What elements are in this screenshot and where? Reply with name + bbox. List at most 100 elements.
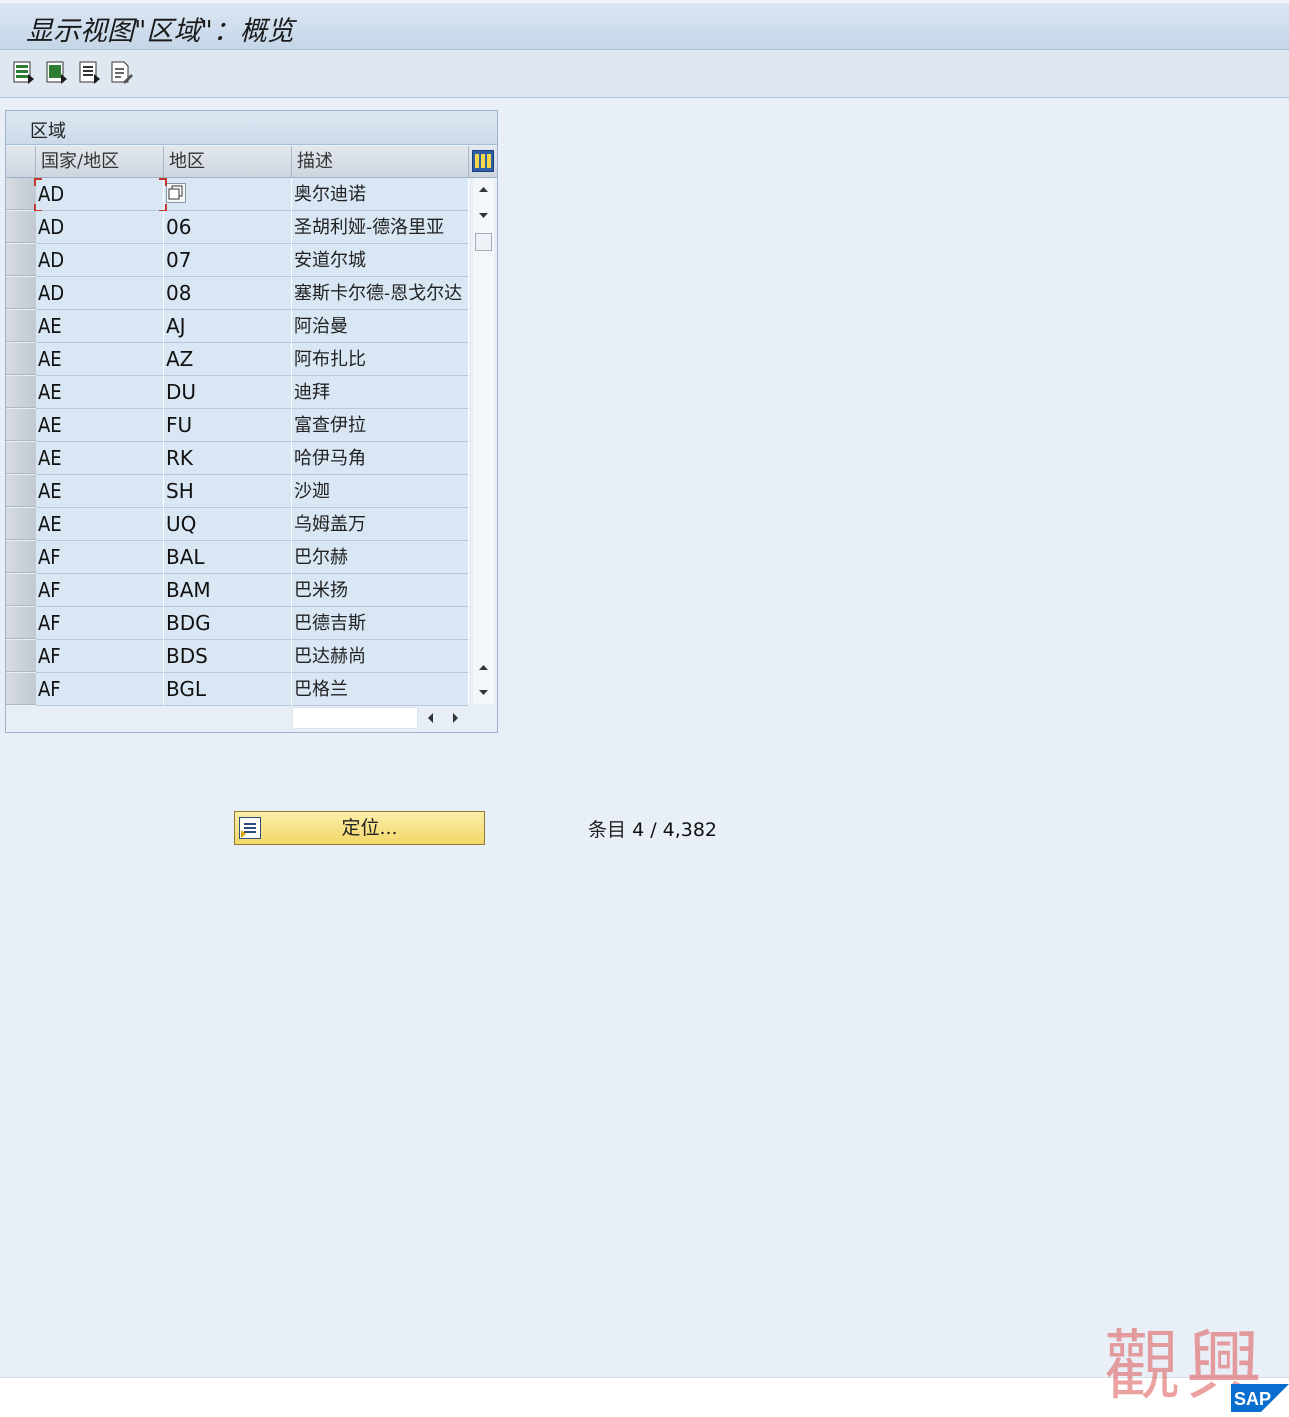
scroll-left-button[interactable]: [420, 707, 442, 729]
table-row[interactable]: AD 07 安道尔城: [6, 244, 469, 277]
table-row[interactable]: AE RK 哈伊马角: [6, 442, 469, 475]
scroll-down-button[interactable]: [473, 204, 494, 226]
cell-country[interactable]: AE: [36, 442, 164, 475]
scroll-thumb[interactable]: [475, 233, 492, 251]
cell-description[interactable]: 乌姆盖万: [292, 508, 469, 541]
table-row[interactable]: AF BAL 巴尔赫: [6, 541, 469, 574]
export-button[interactable]: [45, 60, 69, 86]
cell-region[interactable]: 07: [164, 244, 292, 277]
vertical-scrollbar[interactable]: [473, 178, 494, 704]
cell-region[interactable]: 06: [164, 211, 292, 244]
cell-description[interactable]: 沙迦: [292, 475, 469, 508]
cell-description[interactable]: 圣胡利娅-德洛里亚: [292, 211, 469, 244]
table-row[interactable]: AE FU 富查伊拉: [6, 409, 469, 442]
cell-description[interactable]: 巴米扬: [292, 574, 469, 607]
cell-region[interactable]: BGL: [164, 673, 292, 706]
row-selector[interactable]: [6, 541, 36, 573]
column-settings-button[interactable]: [472, 150, 494, 172]
row-selector[interactable]: [6, 442, 36, 474]
row-selector[interactable]: [6, 640, 36, 672]
cell-region[interactable]: 08: [164, 277, 292, 310]
cell-region[interactable]: SH: [164, 475, 292, 508]
horizontal-scroll-track[interactable]: [292, 707, 418, 729]
cell-region[interactable]: BDS: [164, 640, 292, 673]
row-selector[interactable]: [6, 211, 36, 243]
cell-country[interactable]: AD: [36, 211, 164, 244]
cell-country[interactable]: AF: [36, 541, 164, 574]
cell-country[interactable]: AD: [36, 277, 164, 310]
cell-region[interactable]: AZ: [164, 343, 292, 376]
cell-description[interactable]: 富查伊拉: [292, 409, 469, 442]
scroll-up-button[interactable]: [473, 178, 494, 200]
cell-description[interactable]: 迪拜: [292, 376, 469, 409]
cell-country[interactable]: AF: [36, 574, 164, 607]
scroll-page-up-button[interactable]: [473, 656, 494, 678]
cell-description[interactable]: 安道尔城: [292, 244, 469, 277]
cell-description[interactable]: 巴尔赫: [292, 541, 469, 574]
horizontal-scrollbar[interactable]: [292, 707, 469, 729]
table-row[interactable]: AF BDS 巴达赫尚: [6, 640, 469, 673]
cell-country[interactable]: AE: [36, 475, 164, 508]
table-row[interactable]: AE AZ 阿布扎比: [6, 343, 469, 376]
cell-country[interactable]: AD: [36, 178, 164, 211]
cell-description[interactable]: 阿治曼: [292, 310, 469, 343]
table-row[interactable]: AF BAM 巴米扬: [6, 574, 469, 607]
table-row[interactable]: AD 奥尔迪诺: [6, 178, 469, 212]
cell-region[interactable]: DU: [164, 376, 292, 409]
cell-region[interactable]: RK: [164, 442, 292, 475]
cell-description[interactable]: 阿布扎比: [292, 343, 469, 376]
scroll-page-down-button[interactable]: [473, 681, 494, 703]
cell-country[interactable]: AF: [36, 607, 164, 640]
cell-region[interactable]: AJ: [164, 310, 292, 343]
row-selector[interactable]: [6, 607, 36, 639]
column-header-country[interactable]: 国家/地区: [36, 146, 164, 177]
table-row[interactable]: AE UQ 乌姆盖万: [6, 508, 469, 541]
cell-description[interactable]: 巴德吉斯: [292, 607, 469, 640]
row-selector[interactable]: [6, 178, 36, 210]
table-view-button[interactable]: [12, 60, 36, 86]
cell-region[interactable]: FU: [164, 409, 292, 442]
column-header-description[interactable]: 描述: [292, 146, 469, 177]
column-header-region[interactable]: 地区: [164, 146, 292, 177]
row-selector[interactable]: [6, 277, 36, 309]
cell-country[interactable]: AE: [36, 310, 164, 343]
print-preview-button[interactable]: [110, 60, 134, 86]
row-selector[interactable]: [6, 310, 36, 342]
cell-region[interactable]: UQ: [164, 508, 292, 541]
cell-description[interactable]: 塞斯卡尔德-恩戈尔达: [292, 277, 469, 310]
table-row[interactable]: AD 08 塞斯卡尔德-恩戈尔达: [6, 277, 469, 310]
position-button[interactable]: 定位...: [234, 811, 485, 845]
cell-description[interactable]: 巴格兰: [292, 673, 469, 706]
cell-country[interactable]: AE: [36, 376, 164, 409]
row-selector[interactable]: [6, 475, 36, 507]
select-all-corner[interactable]: [6, 146, 36, 177]
cell-description[interactable]: 巴达赫尚: [292, 640, 469, 673]
cell-country[interactable]: AE: [36, 409, 164, 442]
cell-region[interactable]: BAM: [164, 574, 292, 607]
cell-description[interactable]: 哈伊马角: [292, 442, 469, 475]
cell-country[interactable]: AE: [36, 343, 164, 376]
table-row[interactable]: AE AJ 阿治曼: [6, 310, 469, 343]
row-selector[interactable]: [6, 376, 36, 408]
row-selector[interactable]: [6, 409, 36, 441]
table-row[interactable]: AD 06 圣胡利娅-德洛里亚: [6, 211, 469, 244]
scroll-right-button[interactable]: [444, 707, 466, 729]
cell-country[interactable]: AF: [36, 673, 164, 706]
table-row[interactable]: AE SH 沙迦: [6, 475, 469, 508]
row-selector[interactable]: [6, 574, 36, 606]
value-help-icon[interactable]: [166, 183, 186, 203]
cell-region[interactable]: BDG: [164, 607, 292, 640]
row-selector[interactable]: [6, 508, 36, 540]
cell-region[interactable]: BAL: [164, 541, 292, 574]
row-selector[interactable]: [6, 343, 36, 375]
table-row[interactable]: AF BGL 巴格兰: [6, 673, 469, 706]
details-button[interactable]: [78, 60, 102, 86]
table-row[interactable]: AE DU 迪拜: [6, 376, 469, 409]
row-selector[interactable]: [6, 673, 36, 705]
cell-country[interactable]: AD: [36, 244, 164, 277]
cell-country[interactable]: AE: [36, 508, 164, 541]
table-row[interactable]: AF BDG 巴德吉斯: [6, 607, 469, 640]
row-selector[interactable]: [6, 244, 36, 276]
cell-country[interactable]: AF: [36, 640, 164, 673]
cell-description[interactable]: 奥尔迪诺: [292, 178, 469, 211]
